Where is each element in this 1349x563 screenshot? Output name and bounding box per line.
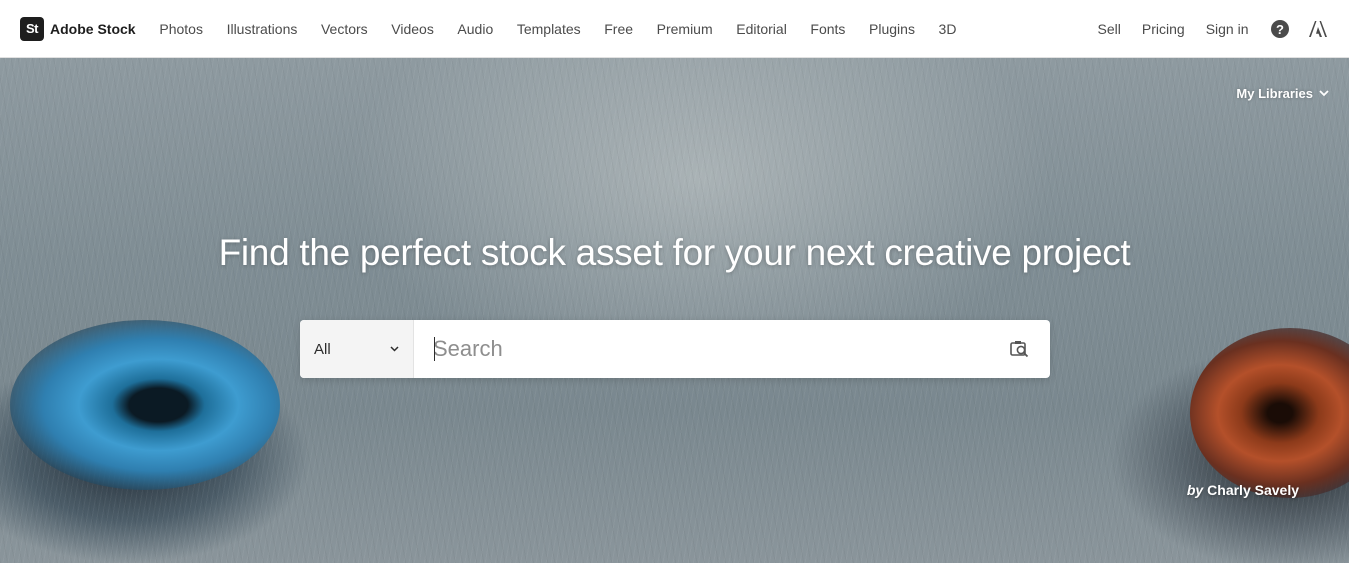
wolf-eye-left <box>10 320 280 490</box>
pricing-link[interactable]: Pricing <box>1131 21 1195 37</box>
adobe-stock-logo: St <box>20 16 44 41</box>
search-input[interactable] <box>414 320 990 378</box>
nav-illustrations[interactable]: Illustrations <box>215 21 309 37</box>
brand-home-link[interactable]: St Adobe Stock <box>20 16 136 41</box>
search-bar: All <box>300 320 1050 378</box>
help-icon[interactable]: ? <box>1271 20 1289 38</box>
nav-videos[interactable]: Videos <box>379 21 445 37</box>
photo-credit: by Charly Savely <box>1187 482 1299 498</box>
nav-editorial[interactable]: Editorial <box>724 21 798 37</box>
sign-in-link[interactable]: Sign in <box>1195 21 1259 37</box>
chevron-down-icon <box>390 346 399 352</box>
adobe-icon[interactable] <box>1309 21 1327 37</box>
nav-vectors[interactable]: Vectors <box>309 21 379 37</box>
nav-templates[interactable]: Templates <box>505 21 592 37</box>
visual-search-icon[interactable] <box>990 320 1050 378</box>
credit-author-link[interactable]: Charly Savely <box>1207 482 1299 498</box>
nav-premium[interactable]: Premium <box>645 21 725 37</box>
nav-free[interactable]: Free <box>592 21 644 37</box>
nav-photos[interactable]: Photos <box>148 21 215 37</box>
asset-type-filter-value: All <box>314 340 331 358</box>
category-nav: Photos Illustrations Vectors Videos Audi… <box>148 21 969 37</box>
credit-by: by <box>1186 482 1204 498</box>
nav-plugins[interactable]: Plugins <box>857 21 927 37</box>
asset-type-filter[interactable]: All <box>300 320 414 378</box>
text-caret <box>434 337 435 361</box>
nav-audio[interactable]: Audio <box>446 21 505 37</box>
nav-fonts[interactable]: Fonts <box>799 21 858 37</box>
hero-background-image <box>0 58 1349 563</box>
hero-banner: My Libraries Find the perfect stock asse… <box>0 58 1349 563</box>
my-libraries-dropdown[interactable]: My Libraries <box>1236 86 1329 101</box>
chevron-down-icon <box>1319 90 1329 97</box>
my-libraries-label: My Libraries <box>1236 86 1313 101</box>
sell-link[interactable]: Sell <box>1087 21 1131 37</box>
hero-headline: Find the perfect stock asset for your ne… <box>218 232 1131 273</box>
account-nav: Sell Pricing Sign in ? <box>1087 0 1327 58</box>
nav-3d[interactable]: 3D <box>927 21 969 37</box>
search-input-wrap <box>414 320 990 378</box>
top-navigation: St Adobe Stock Photos Illustrations Vect… <box>0 0 1349 58</box>
brand-name: Adobe Stock <box>50 20 136 37</box>
